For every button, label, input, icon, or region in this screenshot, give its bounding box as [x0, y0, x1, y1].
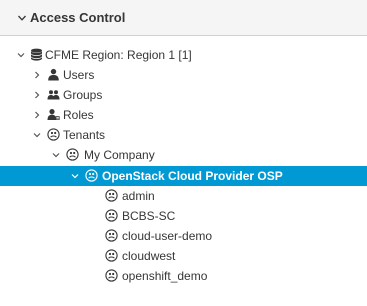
database-icon	[31, 48, 42, 61]
tree-node-tenant-child[interactable]: BCBS-SC	[0, 206, 367, 226]
tree-node-users[interactable]: Users	[0, 65, 367, 85]
tree-node-tenant-child[interactable]: openshift_demo	[0, 266, 367, 286]
user-icon	[48, 68, 59, 81]
tenant-icon	[105, 189, 118, 202]
group-icon	[47, 90, 60, 100]
chevron-down-icon[interactable]	[52, 151, 60, 159]
tree-node-label: Users	[63, 68, 95, 82]
chevron-down-icon[interactable]	[33, 131, 41, 139]
chevron-right-icon[interactable]	[33, 71, 41, 79]
chevron-down-icon[interactable]	[17, 51, 25, 59]
access-control-tree: CFME Region: Region 1 [1] Users Groups R…	[0, 36, 367, 306]
accordion-title: Access Control	[30, 10, 126, 25]
chevron-down-icon	[18, 15, 26, 21]
chevron-down-icon[interactable]	[71, 172, 79, 180]
tenant-icon	[47, 128, 60, 141]
tenant-icon	[85, 169, 98, 182]
tree-node-label: Tenants	[63, 128, 106, 142]
tree-node-label: OpenStack Cloud Provider OSP	[102, 169, 283, 183]
tree-node-tenant-child[interactable]: cloud-user-demo	[0, 226, 367, 246]
chevron-right-icon[interactable]	[33, 111, 41, 119]
tenant-icon	[66, 148, 79, 161]
tree-node-label: BCBS-SC	[122, 209, 176, 223]
tree-node-tenant-child[interactable]: admin	[0, 186, 367, 206]
access-control-panel: Access Control CFME Region: Region 1 [1]	[0, 0, 367, 306]
tenant-icon	[105, 229, 118, 242]
tenant-icon	[105, 269, 118, 282]
tree-node-openstack-osp[interactable]: OpenStack Cloud Provider OSP	[0, 166, 367, 186]
tree-node-label: Groups	[63, 88, 103, 102]
tree-node-label: cloud-user-demo	[122, 229, 213, 243]
chevron-right-icon[interactable]	[33, 91, 41, 99]
tenant-icon	[105, 249, 118, 262]
tree-node-label: admin	[122, 189, 155, 203]
role-icon	[47, 109, 60, 120]
tree-node-label: My Company	[84, 148, 155, 162]
tree-node-region[interactable]: CFME Region: Region 1 [1]	[0, 45, 367, 65]
tree-node-my-company[interactable]: My Company	[0, 145, 367, 165]
tree-node-roles[interactable]: Roles	[0, 105, 367, 125]
tree-node-groups[interactable]: Groups	[0, 85, 367, 105]
tree-node-label: openshift_demo	[122, 269, 208, 283]
tree-node-label: CFME Region: Region 1 [1]	[45, 48, 192, 62]
tree-node-tenants[interactable]: Tenants	[0, 125, 367, 145]
access-control-accordion-header[interactable]: Access Control	[0, 0, 367, 36]
tenant-icon	[105, 209, 118, 222]
tree-node-label: Roles	[63, 108, 94, 122]
tree-node-tenant-child[interactable]: cloudwest	[0, 246, 367, 266]
tree-node-label: cloudwest	[122, 249, 176, 263]
